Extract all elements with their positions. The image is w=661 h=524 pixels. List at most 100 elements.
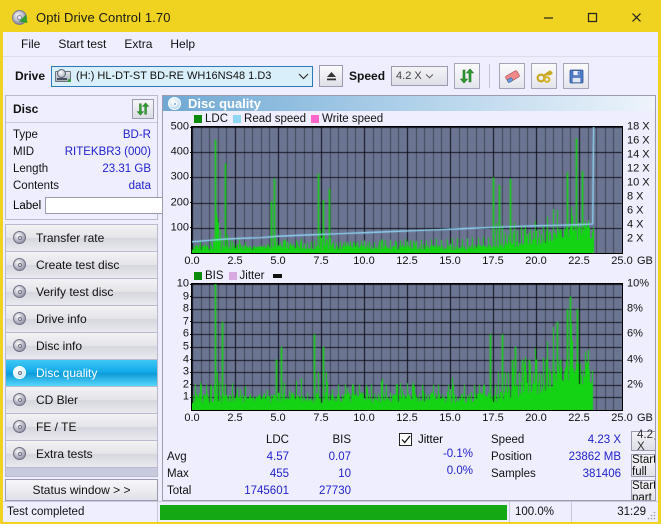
sidebar-item-create-test-disc[interactable]: Create test disc [6, 252, 157, 279]
drive-select[interactable]: (H:) HL-DT-ST BD-RE WH16NS48 1.D3 [51, 65, 314, 87]
save-icon [569, 69, 583, 83]
status-window-wrap: Status window > > [5, 477, 158, 501]
x-axis-tick: 7.5 [313, 255, 329, 267]
legend-label-read-speed: Read speed [244, 113, 307, 125]
chevron-down-icon [653, 435, 655, 447]
body-area: Disc Type BD-R MID RITEKBR3 (000) Length… [3, 95, 658, 501]
x-axis-tick: 17.5 [482, 255, 504, 267]
disc-verify-icon [13, 284, 28, 300]
menu-item-extra[interactable]: Extra [115, 35, 161, 53]
table-row: Total 1745601 27730 [167, 482, 351, 499]
sidebar-item-disc-quality[interactable]: Disc quality [6, 360, 157, 387]
elapsed-time-value: 31:29 [617, 506, 646, 518]
disc-test-icon [13, 230, 28, 246]
test-speed-select[interactable]: 4.2 X [631, 429, 655, 453]
minimize-icon[interactable] [526, 3, 570, 32]
jitter-checkbox[interactable] [399, 433, 412, 446]
legend-item-read-speed: Read speed [233, 113, 306, 125]
legend-swatch-read-speed [233, 115, 242, 123]
progress-track [160, 504, 507, 520]
stats-max-ldc: 455 [269, 467, 289, 480]
drive-label: Drive [15, 69, 46, 83]
menu-item-file[interactable]: File [12, 35, 49, 53]
sidebar-item-extra-tests[interactable]: Extra tests [6, 441, 157, 468]
y-axis-tick: 10 [177, 278, 193, 290]
bis-plot-row: 1 2 3 4 5 6 7 8 9 10 2% 4% 6% 8% 10% [163, 278, 655, 411]
disc-length-label: Length [13, 162, 49, 175]
y2-axis-tick: 12 X [627, 162, 650, 175]
sidebar-item-label: CD Bler [36, 393, 79, 407]
maximize-icon[interactable] [570, 3, 614, 32]
legend-label-write-speed: Write speed [322, 113, 384, 125]
menu-item-start-test[interactable]: Start test [49, 35, 115, 53]
x-axis-tick: 2.5 [227, 255, 243, 267]
close-icon[interactable] [614, 3, 658, 32]
y-axis-tick: 3 [183, 366, 193, 378]
app-window: Opti Drive Control 1.70 File Start test … [0, 0, 661, 524]
y2-axis-tick: 18 X [627, 120, 650, 133]
legend-label-ldc: LDC [205, 113, 229, 125]
samples-value: 381406 [582, 467, 621, 480]
y-axis-tick: 500 [171, 121, 193, 133]
x-axis-tick: 0.0 [184, 255, 200, 267]
disc-info-panel: Disc Type BD-R MID RITEKBR3 (000) Length… [5, 95, 248, 220]
y2-axis-tick: 2 X [627, 232, 644, 245]
eject-button[interactable] [319, 65, 344, 87]
y-axis-tick: 6 [183, 328, 193, 340]
sidebar-item-disc-info[interactable]: Disc info [6, 333, 157, 360]
x-axis-tick: 20.0 [525, 255, 547, 267]
legend-label-bis: BIS [205, 270, 224, 282]
disc-refresh-button[interactable] [132, 99, 154, 119]
speed-select-value: 4.2 X [396, 70, 422, 82]
speed-select[interactable]: 4.2 X [391, 66, 449, 86]
disc-row-mid: MID RITEKBR3 (000) [13, 143, 151, 160]
stats-row-label: Max [167, 467, 189, 480]
start-part-button[interactable]: Start part [631, 480, 655, 500]
stats-avg-bis: 0.07 [328, 450, 351, 463]
disc-contents-label: Contents [13, 179, 60, 192]
x-axis-tick: 7.5 [313, 412, 329, 424]
sidebar-item-drive-info[interactable]: Drive info [6, 306, 157, 333]
resize-grip-icon[interactable] [647, 511, 656, 520]
test-speed-value: 4.2 X [637, 429, 653, 453]
table-row: Max 455 10 [167, 465, 351, 482]
y2-axis-tick: 2% [627, 378, 643, 391]
x-axis-tick: 20.0 [525, 412, 547, 424]
disc-mid-label: MID [13, 145, 35, 158]
elapsed-time: 31:29 [572, 502, 658, 522]
sidebar-item-fe-te[interactable]: FE / TE [6, 414, 157, 441]
start-full-button[interactable]: Start full [631, 454, 655, 478]
menu-item-help[interactable]: Help [161, 35, 204, 53]
status-message: Test completed [3, 502, 158, 522]
legend-item-ldc: LDC [194, 113, 228, 125]
sidebar-item-cd-bler[interactable]: CD Bler [6, 387, 157, 414]
ldc-x-axis: 0.0 2.5 5.0 7.5 10.0 12.5 15.0 17.5 20.0 22.5 25.0… [184, 254, 655, 269]
y-axis-tick: 300 [171, 171, 193, 183]
ldc-plot-row: 100 200 300 400 500 2 X4 X6 X8 X 10 X 12 X 14 X… [163, 121, 655, 254]
x-axis-tick: 2.5 [227, 412, 243, 424]
disc-extra-icon [13, 446, 28, 462]
key-button[interactable] [531, 63, 558, 89]
eraser-button[interactable] [499, 63, 526, 89]
refresh-button[interactable] [454, 63, 481, 89]
x-axis-tick: 12.5 [396, 255, 418, 267]
sidebar-item-verify-test-disc[interactable]: Verify test disc [6, 279, 157, 306]
save-button[interactable] [563, 63, 590, 89]
y-axis-tick: 200 [171, 197, 193, 208]
sidebar-item-label: Extra tests [36, 447, 93, 461]
stats-avg-ldc: 4.57 [266, 450, 289, 463]
stats-max-bis: 10 [338, 467, 351, 480]
key-icon [536, 69, 553, 83]
y-axis-tick: 2 [183, 379, 193, 390]
window-title: Opti Drive Control 1.70 [36, 10, 171, 25]
x-axis-tick: 22.5 [568, 255, 590, 267]
status-window-button[interactable]: Status window > > [5, 479, 158, 501]
disc-create-icon [13, 257, 28, 273]
x-axis-tick: 22.5 [568, 412, 590, 424]
y-axis-tick: 400 [171, 146, 193, 158]
legend-swatch-bis [194, 272, 202, 280]
stats-header-ldc: LDC [265, 433, 289, 446]
jitter-max-value: 0.0% [446, 465, 473, 477]
sidebar-item-transfer-rate[interactable]: Transfer rate [6, 225, 157, 252]
stats-row-label: Total [167, 484, 192, 497]
